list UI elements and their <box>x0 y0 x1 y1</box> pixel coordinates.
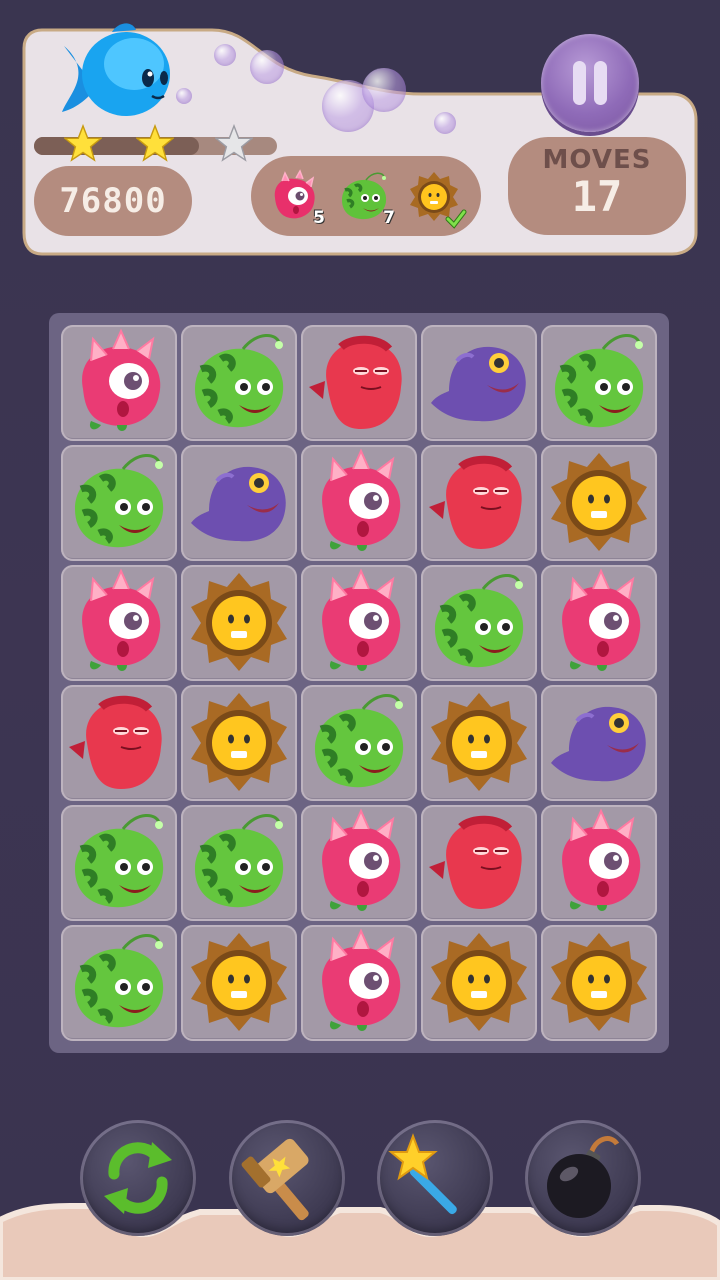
bomb-icon <box>547 1136 620 1218</box>
star-icon-3 <box>215 124 253 162</box>
board-tile[interactable] <box>421 445 537 561</box>
purple-whale-monster-icon <box>431 346 526 422</box>
pink-one-eyed-monster-icon <box>322 808 401 911</box>
board-tile[interactable] <box>61 925 177 1041</box>
pause-icon-bar <box>594 61 607 105</box>
board-tile[interactable] <box>61 565 177 681</box>
pink-one-eyed-monster-icon <box>322 448 401 551</box>
board-tile[interactable] <box>61 445 177 561</box>
spiky-yellow-monster-icon <box>191 573 287 671</box>
green-anglerfish-icon <box>75 934 164 1028</box>
board-tile[interactable] <box>61 805 177 921</box>
spiky-yellow-monster-icon <box>431 933 527 1031</box>
pink-one-eyed-monster-icon <box>82 328 161 431</box>
board-tile[interactable] <box>301 925 417 1041</box>
game-board <box>49 313 669 1053</box>
goal-count: 5 <box>313 208 325 228</box>
spiky-yellow-monster-icon <box>551 933 647 1031</box>
pink-one-eyed-monster-icon <box>322 568 401 671</box>
board-tile[interactable] <box>181 565 297 681</box>
bubble <box>214 44 236 66</box>
pause-button[interactable] <box>541 34 639 132</box>
green-anglerfish-icon <box>75 454 164 548</box>
board-tile[interactable] <box>181 325 297 441</box>
bubble <box>362 68 406 112</box>
goal-green-fish: 7 <box>335 168 395 228</box>
star-icon-2 <box>136 124 174 162</box>
green-anglerfish-icon <box>555 334 644 428</box>
wand-icon <box>388 1133 457 1215</box>
board-tile[interactable] <box>301 685 417 801</box>
board-tile[interactable] <box>301 325 417 441</box>
green-anglerfish-icon <box>75 814 164 908</box>
board-tile[interactable] <box>61 325 177 441</box>
board-tile[interactable] <box>301 445 417 561</box>
goal-yellow-monster <box>405 168 467 229</box>
pink-one-eyed-monster-icon <box>562 568 641 671</box>
pink-one-eyed-monster-icon <box>562 808 641 911</box>
refresh-icon <box>104 1142 172 1214</box>
board-tile[interactable] <box>61 685 177 801</box>
board-tile[interactable] <box>541 445 657 561</box>
red-dragon-monster-icon <box>309 335 402 429</box>
red-dragon-monster-icon <box>429 455 522 549</box>
board-tile[interactable] <box>541 565 657 681</box>
goals-panel: 5 7 <box>251 156 481 236</box>
moves-value: 17 <box>571 172 623 221</box>
goal-pink-monster: 5 <box>265 168 325 228</box>
purple-whale-monster-icon <box>191 466 286 542</box>
board-tile[interactable] <box>301 565 417 681</box>
red-dragon-monster-icon <box>69 695 162 789</box>
star-progress-fill <box>34 137 200 155</box>
shuffle-booster-button[interactable] <box>80 1120 196 1236</box>
green-anglerfish-icon <box>435 574 524 668</box>
pause-icon <box>573 61 586 105</box>
checkmark-icon <box>445 209 467 229</box>
purple-whale-monster-icon <box>551 706 646 782</box>
pink-one-eyed-monster-icon <box>322 928 401 1031</box>
green-anglerfish-icon <box>315 694 404 788</box>
bomb-booster-button[interactable] <box>525 1120 641 1236</box>
board-tile[interactable] <box>421 925 537 1041</box>
board-tile[interactable] <box>181 925 297 1041</box>
moves-label: MOVES <box>542 145 652 175</box>
green-anglerfish-icon <box>195 814 284 908</box>
goal-count: 7 <box>383 208 395 228</box>
spiky-yellow-monster-icon <box>191 693 287 791</box>
board-tile[interactable] <box>541 325 657 441</box>
board-tile[interactable] <box>421 325 537 441</box>
board-tile[interactable] <box>421 685 537 801</box>
board-tile[interactable] <box>181 805 297 921</box>
board-tile[interactable] <box>181 445 297 561</box>
bubble <box>250 50 284 84</box>
spiky-yellow-monster-icon <box>191 933 287 1031</box>
green-anglerfish-icon <box>195 334 284 428</box>
hammer-icon <box>241 1138 309 1221</box>
board-tile[interactable] <box>541 805 657 921</box>
board-tile[interactable] <box>541 685 657 801</box>
red-dragon-monster-icon <box>429 815 522 909</box>
star-icon-1 <box>64 124 102 162</box>
board-tile[interactable] <box>421 565 537 681</box>
board-tile[interactable] <box>421 805 537 921</box>
board-tile[interactable] <box>181 685 297 801</box>
blue-fish-mascot <box>62 23 170 116</box>
moves-counter: MOVES 17 <box>508 137 686 235</box>
hammer-booster-button[interactable] <box>229 1120 345 1236</box>
spiky-yellow-monster-icon <box>551 453 647 551</box>
board-tile[interactable] <box>301 805 417 921</box>
pink-one-eyed-monster-icon <box>82 568 161 671</box>
bubble <box>176 88 192 104</box>
magic-wand-booster-button[interactable] <box>377 1120 493 1236</box>
spiky-yellow-monster-icon <box>431 693 527 791</box>
score-display: 76800 <box>34 166 192 236</box>
board-tile[interactable] <box>541 925 657 1041</box>
bubble <box>434 112 456 134</box>
